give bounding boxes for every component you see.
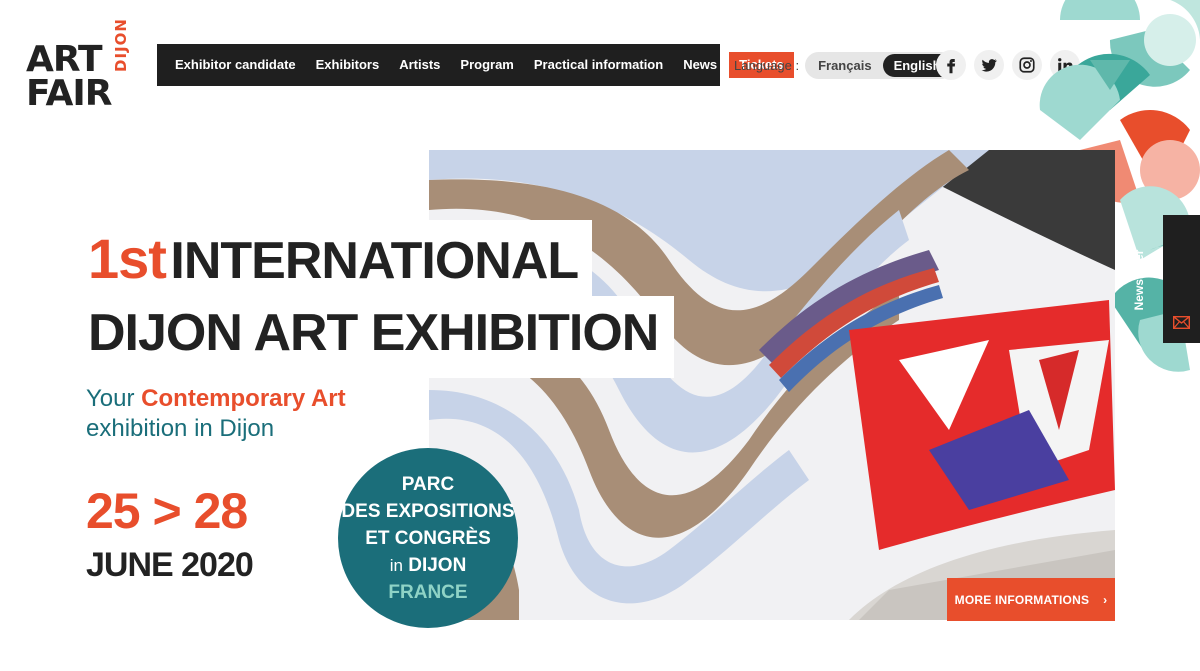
headline-line-2: DIJON ART EXHIBITION (78, 296, 675, 378)
logo-dijon-vertical: DIJON (112, 18, 148, 72)
site-logo[interactable]: ART FAIR DIJON (26, 18, 136, 114)
headline-ordinal: 1st (88, 227, 167, 290)
event-month-year: JUNE 2020 (86, 546, 254, 584)
subtitle-prefix: Your (86, 385, 135, 412)
main-navigation: Exhibitor candidate Exhibitors Artists P… (157, 44, 794, 86)
venue-line-2: DES EXPOSITIONS (341, 500, 515, 522)
nav-item-exhibitors[interactable]: Exhibitors (306, 52, 390, 78)
language-label: Language : (734, 58, 800, 73)
subtitle-highlight: Contemporary Art (141, 385, 346, 412)
logo-dijon-text: DIJON (112, 18, 130, 72)
event-dates: 25 > 28 (86, 483, 248, 539)
newsletter-label: Newsletter (1132, 249, 1146, 311)
language-option-francais[interactable]: Français (807, 54, 882, 77)
headline-line-1: 1st INTERNATIONAL (78, 220, 593, 296)
venue-line-1: PARC (401, 473, 455, 495)
mail-icon (1173, 316, 1190, 329)
venue-city: DIJON (408, 554, 467, 576)
headline-dijon-art-exhibition: DIJON ART EXHIBITION (88, 304, 659, 362)
language-selector: Language : Français English (734, 52, 954, 79)
newsletter-tab[interactable]: Newsletter (1132, 215, 1200, 343)
language-switch: Français English (805, 52, 954, 79)
more-informations-label: MORE INFORMATIONS (954, 592, 1090, 607)
nav-item-artists[interactable]: Artists (389, 52, 450, 78)
headline-international: INTERNATIONAL (170, 232, 579, 290)
more-informations-button[interactable]: MORE INFORMATIONS › (947, 578, 1115, 621)
twitter-icon[interactable] (974, 50, 1004, 80)
chevron-right-icon: › (1103, 592, 1108, 607)
venue-badge: PARC DES EXPOSITIONS ET CONGRÈS in DIJON… (338, 448, 518, 628)
facebook-icon[interactable] (936, 50, 966, 80)
venue-in: in (389, 555, 403, 575)
nav-item-exhibitor-candidate[interactable]: Exhibitor candidate (165, 52, 306, 78)
nav-item-practical-information[interactable]: Practical information (524, 52, 673, 78)
subtitle-suffix: exhibition in Dijon (86, 415, 275, 442)
subtitle: Your Contemporary Art exhibition in Dijo… (86, 384, 346, 444)
nav-item-news[interactable]: News (673, 52, 727, 78)
venue-country: FRANCE (388, 581, 468, 603)
nav-item-program[interactable]: Program (450, 52, 523, 78)
venue-line-4: in DIJON (338, 552, 518, 579)
venue-line-3: ET CONGRÈS (365, 527, 491, 549)
logo-fair-text: FAIR (26, 73, 112, 114)
